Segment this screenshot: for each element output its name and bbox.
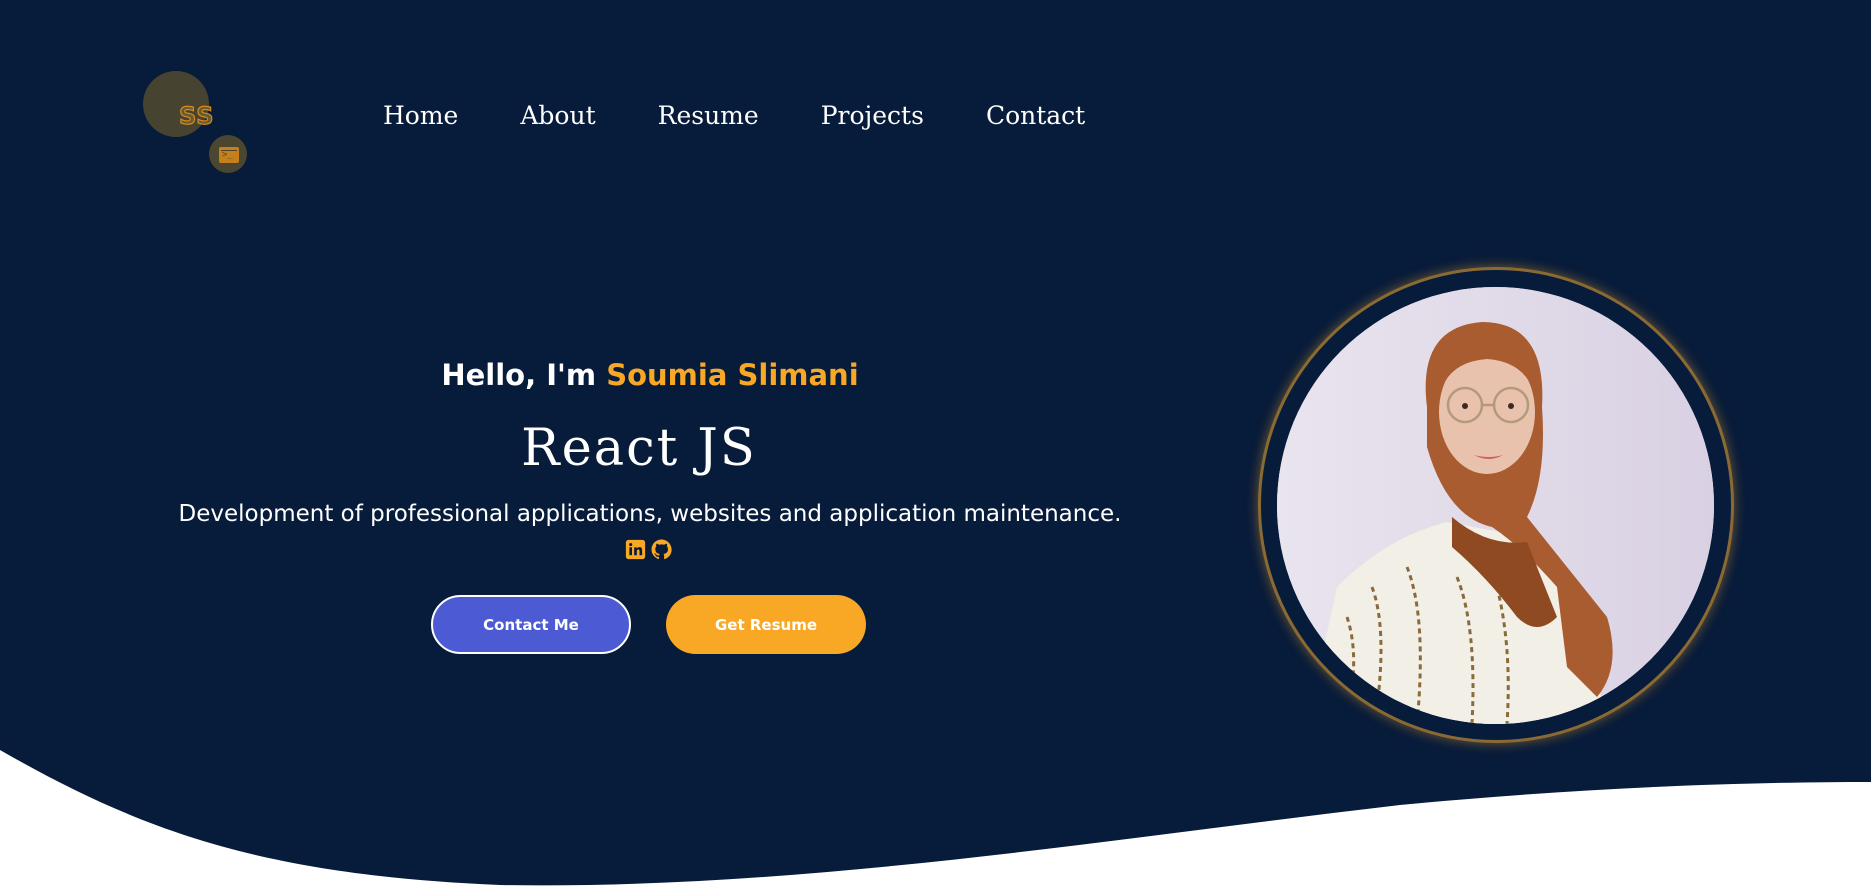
nav-about[interactable]: About [520, 101, 595, 130]
nav-projects[interactable]: Projects [821, 101, 924, 130]
linkedin-icon[interactable] [625, 539, 646, 560]
hero-role: React JS [521, 419, 757, 478]
site-logo[interactable]: SS >_ [143, 71, 248, 176]
greeting-text: Hello, I'm [441, 358, 597, 392]
social-links [625, 539, 672, 560]
hero-greeting: Hello, I'm Soumia Slimani [0, 358, 1300, 392]
hero-name: Soumia Slimani [606, 358, 859, 392]
portfolio-page: SS >_ Home About Resume Projects Contact… [0, 0, 1871, 889]
nav-contact[interactable]: Contact [986, 101, 1085, 130]
profile-photo [1277, 287, 1714, 724]
get-resume-button[interactable]: Get Resume [666, 595, 866, 654]
logo-text: SS [178, 101, 215, 130]
hero-description: Development of professional applications… [178, 501, 1122, 527]
nav-home[interactable]: Home [383, 101, 458, 130]
nav-resume[interactable]: Resume [658, 101, 759, 130]
contact-me-button[interactable]: Contact Me [431, 595, 631, 654]
github-icon[interactable] [651, 539, 672, 560]
main-nav: Home About Resume Projects Contact [383, 101, 1147, 130]
terminal-icon: >_ [219, 147, 239, 163]
profile-illustration [1277, 287, 1714, 724]
